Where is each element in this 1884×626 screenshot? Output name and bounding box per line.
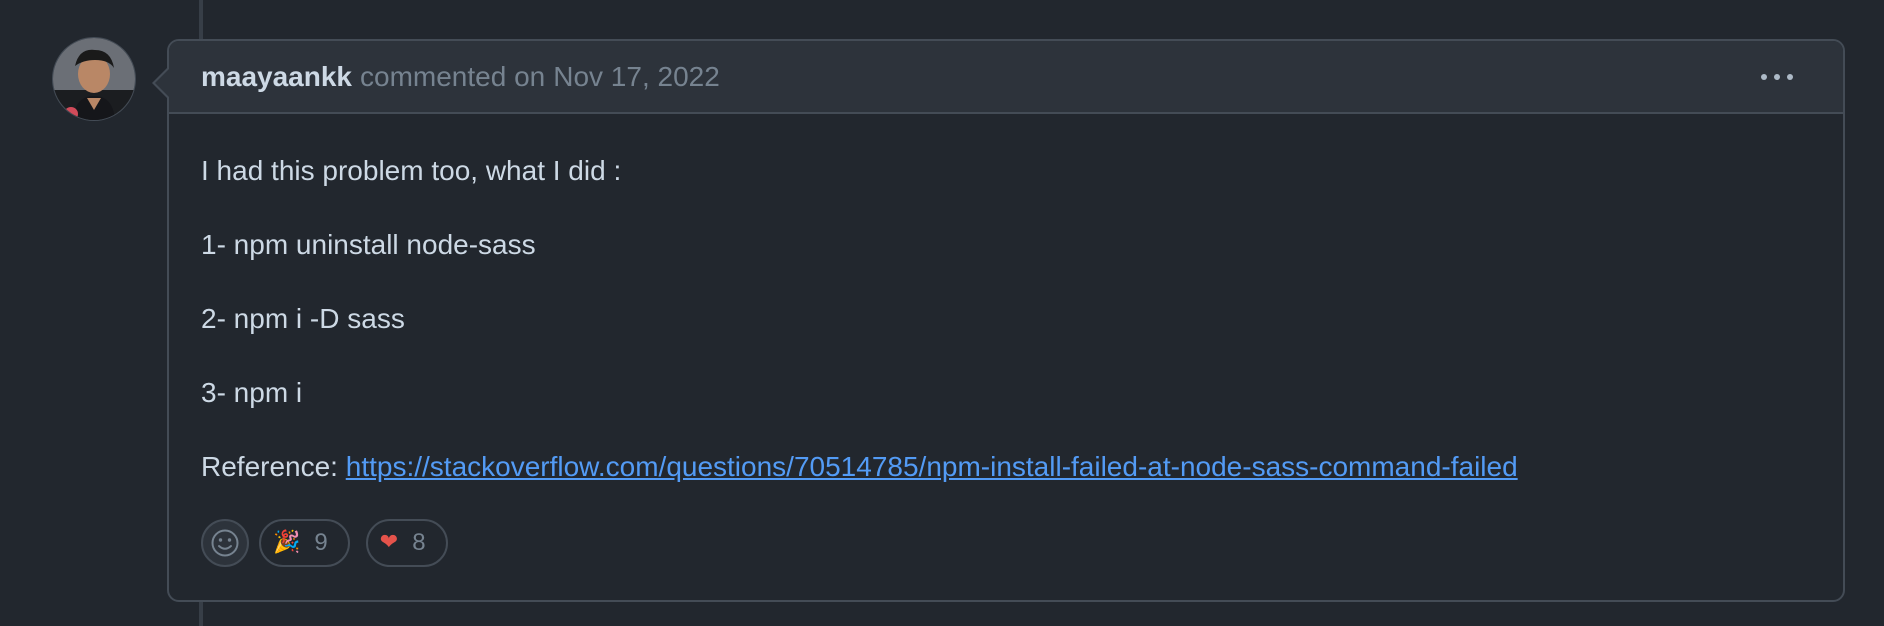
comment-line: 2- npm i -D sass bbox=[201, 303, 405, 334]
comment-action-text: commented on bbox=[360, 60, 546, 92]
author-link[interactable]: maayaankk bbox=[201, 61, 352, 93]
reaction-hooray-button[interactable]: 🎉 9 bbox=[259, 519, 350, 567]
party-popper-icon: 🎉 bbox=[273, 530, 301, 555]
smiley-icon bbox=[211, 529, 239, 557]
avatar-image bbox=[53, 38, 135, 120]
reaction-heart-button[interactable]: ❤ 8 bbox=[365, 519, 448, 567]
comment-header: maayaankk commented on Nov 17, 2022 bbox=[169, 41, 1843, 114]
reaction-count: 9 bbox=[314, 529, 328, 556]
heart-icon: ❤ bbox=[379, 530, 399, 555]
comment-body: I had this problem too, what I did : 1- … bbox=[169, 114, 1843, 504]
comment-line: 1- npm uninstall node-sass bbox=[201, 229, 536, 260]
comment-line: 3- npm i bbox=[201, 377, 303, 408]
reaction-count: 8 bbox=[412, 529, 426, 556]
reference-label: Reference: bbox=[201, 451, 346, 482]
avatar[interactable] bbox=[53, 38, 135, 120]
comment-options-button[interactable] bbox=[1757, 63, 1797, 91]
reactions-bar: 🎉 9 ❤ 8 bbox=[201, 519, 464, 567]
reference-line: Reference: https://stackoverflow.com/que… bbox=[201, 430, 1811, 504]
reference-link[interactable]: https://stackoverflow.com/questions/7051… bbox=[346, 451, 1518, 482]
add-reaction-button[interactable] bbox=[201, 519, 249, 567]
comment-line: I had this problem too, what I did : bbox=[201, 155, 622, 186]
kebab-horizontal-icon bbox=[1761, 74, 1793, 80]
comment-box: maayaankk commented on Nov 17, 2022 I ha… bbox=[152, 39, 1845, 602]
comment-timestamp[interactable]: Nov 17, 2022 bbox=[553, 61, 720, 93]
